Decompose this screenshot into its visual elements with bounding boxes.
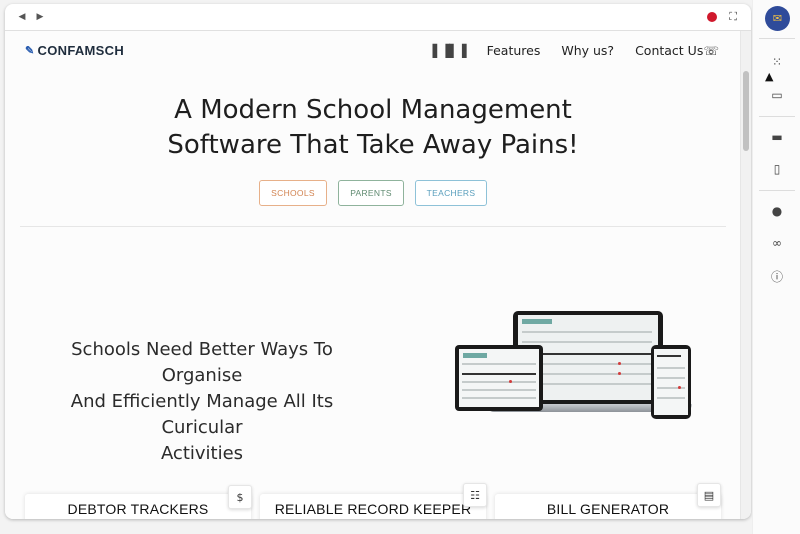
- hero-title: A Modern School Management Software That…: [5, 93, 741, 163]
- mouse-cursor-icon: ▲: [765, 70, 774, 83]
- money-bag-icon: $: [228, 485, 252, 509]
- feature-card-title: RELIABLE RECORD KEEPER: [274, 501, 472, 517]
- phone-mockup: [651, 345, 691, 419]
- record-indicator-icon[interactable]: [707, 12, 717, 22]
- pencil-icon: ✎: [25, 45, 35, 57]
- nav-link-features[interactable]: Features: [487, 43, 541, 58]
- info-icon[interactable]: ⓘ: [767, 266, 787, 286]
- feature-card-record-keeper[interactable]: RELIABLE RECORD KEEPER: [260, 494, 486, 519]
- tablet-mockup: [455, 345, 543, 411]
- scrollbar-thumb[interactable]: [743, 71, 749, 151]
- add-file-icon[interactable]: ▯: [767, 159, 787, 179]
- phone-icon: ☏: [703, 43, 719, 58]
- back-icon[interactable]: ◀: [13, 12, 31, 22]
- extension-sidebar: ✉ ⁙ ▭ ▬ ▯ ● ∞ ⓘ: [752, 0, 800, 534]
- link-icon[interactable]: ∞: [767, 233, 787, 253]
- browser-window: ◀ ▶ ⛶ ✎ CONFAMSCH ▌▐▌▐ Features Why us? …: [5, 4, 751, 519]
- hero-title-line-2: Software That Take Away Pains!: [167, 130, 579, 160]
- browser-toolbar: ◀ ▶ ⛶: [5, 4, 751, 31]
- tag-parents[interactable]: PARENTS: [338, 180, 404, 206]
- bills-icon: ▤: [697, 483, 721, 507]
- nav-link-why-us[interactable]: Why us?: [561, 43, 614, 58]
- devices-mockup-image: [453, 311, 698, 436]
- tag-teachers[interactable]: TEACHERS: [415, 180, 487, 206]
- feature-card-title: DEBTOR TRACKERS: [67, 501, 209, 517]
- feature-card-bill-generator[interactable]: BILL GENERATOR: [495, 494, 721, 519]
- github-icon[interactable]: ●: [767, 201, 787, 221]
- tagline: Schools Need Better Ways To Organise And…: [29, 337, 375, 467]
- fullscreen-icon[interactable]: ⛶: [729, 10, 737, 24]
- audience-tags: SCHOOLS PARENTS TEACHERS: [5, 180, 741, 206]
- web-page: ✎ CONFAMSCH ▌▐▌▐ Features Why us? Contac…: [5, 31, 741, 519]
- sound-wave-icon[interactable]: ▌▐▌▐: [433, 44, 467, 58]
- tagline-line-1: Schools Need Better Ways To Organise: [71, 339, 333, 386]
- page-scrollbar[interactable]: [740, 31, 751, 519]
- logo-text: CONFAMSCH: [37, 43, 125, 58]
- forward-icon[interactable]: ▶: [31, 12, 49, 22]
- screenshot-icon[interactable]: ▭: [767, 85, 787, 105]
- site-logo[interactable]: ✎ CONFAMSCH: [25, 43, 124, 58]
- nav-link-contact[interactable]: Contact Us☏: [635, 43, 719, 58]
- feature-cards: DEBTOR TRACKERS $ RELIABLE RECORD KEEPER…: [5, 483, 741, 519]
- section-divider: [20, 226, 726, 227]
- feature-card-debtor-trackers[interactable]: DEBTOR TRACKERS: [25, 494, 251, 519]
- hero-title-line-1: A Modern School Management: [174, 95, 572, 125]
- tagline-line-3: Activities: [160, 443, 244, 464]
- feature-card-title: BILL GENERATOR: [546, 501, 670, 517]
- extension-icon[interactable]: ✉: [765, 6, 790, 31]
- main-nav: ▌▐▌▐ Features Why us? Contact Us☏: [433, 43, 719, 58]
- dotted-select-icon[interactable]: ⁙: [767, 52, 787, 72]
- tag-schools[interactable]: SCHOOLS: [259, 180, 327, 206]
- tagline-line-2: And Efficiently Manage All Its Curicular: [70, 391, 334, 438]
- checklist-icon: ☷: [463, 483, 487, 507]
- comment-icon[interactable]: ▬: [767, 127, 787, 147]
